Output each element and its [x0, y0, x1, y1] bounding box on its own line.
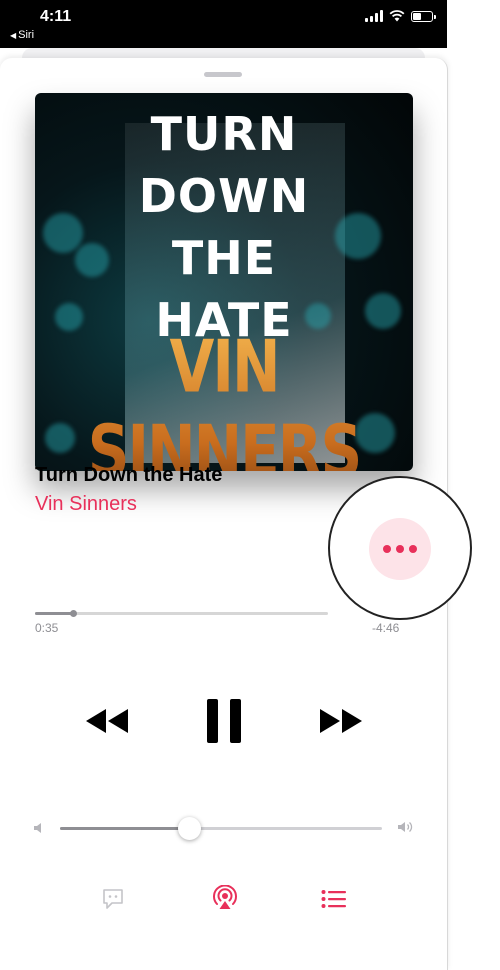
fast-forward-icon[interactable]: [316, 707, 364, 735]
playback-progress-fill: [35, 612, 74, 615]
up-next-list-icon[interactable]: [321, 889, 347, 909]
back-to-siri-link[interactable]: ◀ Siri: [10, 29, 34, 41]
airplay-icon[interactable]: [212, 885, 238, 911]
status-bar: 4:11 ◀ Siri: [0, 0, 447, 48]
remaining-time: -4:46: [372, 621, 400, 635]
sheet-grabber-handle[interactable]: [204, 72, 242, 77]
status-time: 4:11: [40, 8, 72, 25]
speaker-high-icon: [398, 822, 413, 832]
pause-icon[interactable]: [205, 698, 243, 744]
volume-slider[interactable]: [60, 817, 382, 840]
back-arrow-icon: ◀: [10, 31, 17, 40]
playback-scrubber[interactable]: [35, 610, 328, 617]
volume-fill: [60, 827, 189, 830]
wifi-icon: [389, 10, 405, 22]
cellular-signal-icon: [365, 10, 383, 22]
speaker-low-icon: [34, 823, 41, 833]
battery-icon: [411, 10, 436, 22]
more-ellipsis-icon: [383, 545, 391, 553]
artist-name-link[interactable]: Vin Sinners: [35, 493, 137, 516]
artwork-title-text: TURN DOWN THE HATE: [138, 107, 310, 347]
album-artwork: TURN DOWN THE HATE VIN SINNERS: [35, 93, 413, 471]
elapsed-time: 0:35: [35, 621, 59, 635]
volume-slider-knob[interactable]: [177, 817, 201, 840]
more-options-button[interactable]: [369, 518, 431, 580]
rewind-icon[interactable]: [84, 707, 132, 735]
playback-scrubber-knob[interactable]: [70, 610, 78, 617]
artwork-artist-text: VIN SINNERS: [35, 324, 413, 471]
song-title: Turn Down the Hate: [35, 464, 223, 486]
status-icons: [365, 10, 436, 22]
back-label: Siri: [18, 29, 35, 41]
lyrics-bubble-icon[interactable]: [102, 888, 124, 910]
